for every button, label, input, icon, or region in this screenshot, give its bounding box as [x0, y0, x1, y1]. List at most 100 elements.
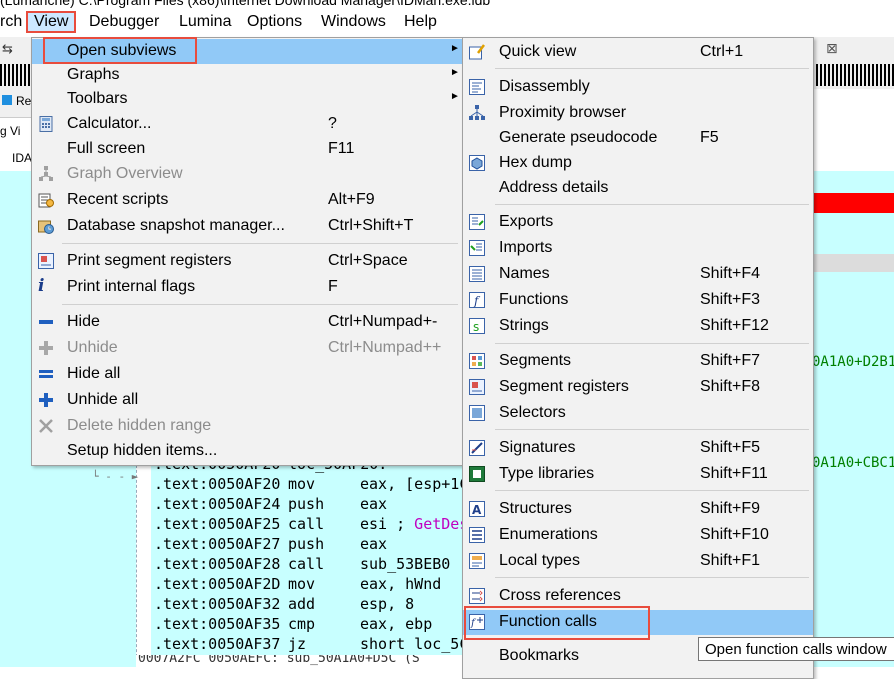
menu-item-print-segment-registers[interactable]: Print segment registers Ctrl+Space	[32, 249, 462, 274]
window-title-bar: (Lumanche) C:\Program Files (x86)\Intern…	[0, 0, 894, 9]
menu-item-hide-all[interactable]: Hide all	[32, 362, 462, 387]
unhide-all-icon	[38, 392, 54, 408]
names-icon	[469, 266, 485, 282]
segments-icon	[469, 353, 485, 369]
info-icon: i	[38, 276, 45, 296]
menu-item-unhide-all[interactable]: Unhide all	[32, 388, 462, 413]
menu-item-print-internal-flags[interactable]: i Print internal flags F	[32, 275, 462, 300]
sub-tab[interactable]: g Vi	[0, 117, 32, 146]
menu-item-recent-scripts[interactable]: Recent scripts Alt+F9	[32, 188, 462, 213]
window-title: (Lumanche) C:\Program Files (x86)\Intern…	[0, 0, 491, 8]
menu-debugger[interactable]: Debugger	[89, 13, 159, 31]
proximity-browser-icon	[469, 105, 485, 121]
menu-item-segment-registers[interactable]: Segment registers Shift+F8	[463, 375, 813, 400]
menu-item-calculator[interactable]: Calculator... ?	[32, 112, 462, 137]
selectors-icon	[469, 405, 485, 421]
signatures-icon	[469, 440, 485, 456]
tab-label-re[interactable]: Re	[16, 94, 31, 108]
toolbar-icon-right[interactable]: ⊠	[826, 40, 838, 57]
view-menu: Open subviews ► Graphs ► Toolbars ► Calc…	[31, 37, 463, 466]
menu-item-imports[interactable]: Imports	[463, 236, 813, 261]
menu-lumina[interactable]: Lumina	[179, 13, 231, 31]
code-line[interactable]: .text:0050AF25 call esi ; GetDes	[154, 515, 468, 533]
snapshot-manager-icon	[38, 218, 54, 234]
menu-item-graph-overview: Graph Overview	[32, 162, 462, 187]
hide-icon	[38, 314, 54, 330]
segment-registers-icon	[469, 379, 485, 395]
submenu-arrow-icon: ►	[450, 67, 460, 78]
menu-item-setup-hidden-items[interactable]: Setup hidden items...	[32, 439, 462, 464]
disassembly-icon	[469, 79, 485, 95]
menu-item-local-types[interactable]: Local types Shift+F1	[463, 549, 813, 574]
toolbar-button-icon[interactable]: ⇆	[2, 41, 13, 57]
menu-item-hex-dump[interactable]: Hex dump	[463, 151, 813, 176]
delete-icon	[38, 418, 54, 434]
menu-item-hide[interactable]: Hide Ctrl+Numpad+-	[32, 310, 462, 335]
hide-all-icon	[38, 366, 54, 382]
recent-scripts-icon	[38, 192, 54, 208]
imports-icon	[469, 240, 485, 256]
structures-icon: A	[469, 501, 485, 517]
quick-view-icon	[469, 44, 485, 60]
code-line[interactable]: .text:0050AF28 call sub_53BEB0	[154, 555, 450, 573]
open-subviews-highlight-box	[43, 37, 197, 64]
sub-tab-label: g Vi	[0, 124, 21, 138]
menu-item-address-details[interactable]: Address details	[463, 176, 813, 201]
code-line[interactable]: .text:0050AF32 add esp, 8	[154, 595, 414, 613]
tab-row: Re	[0, 89, 32, 117]
tooltip: Open function calls window	[698, 637, 894, 661]
menu-options[interactable]: Options	[247, 13, 302, 31]
menu-item-proximity-browser[interactable]: Proximity browser	[463, 101, 813, 126]
calculator-icon	[38, 116, 54, 132]
menu-item-strings[interactable]: s Strings Shift+F12	[463, 314, 813, 339]
hex-dump-icon	[469, 155, 485, 171]
code-line[interactable]: .text:0050AF20 mov eax, [esp+1Ch	[154, 475, 477, 493]
ida-view-tab[interactable]: IDA	[0, 145, 32, 171]
red-highlight-bar	[812, 193, 894, 213]
exports-icon	[469, 214, 485, 230]
menu-item-full-screen[interactable]: Full screen F11	[32, 137, 462, 162]
menu-item-delete-hidden-range: Delete hidden range	[32, 414, 462, 439]
cross-references-icon	[469, 588, 485, 604]
functions-icon: f	[469, 292, 485, 308]
code-line[interactable]: .text:0050AF37 jz short loc_5C	[154, 635, 468, 653]
type-libraries-icon	[469, 466, 485, 482]
svg-text:A: A	[472, 503, 482, 517]
menu-item-type-libraries[interactable]: Type libraries Shift+F11	[463, 462, 813, 487]
submenu-arrow-icon: ►	[450, 43, 460, 54]
strings-icon: s	[469, 318, 485, 334]
menu-item-functions[interactable]: f Functions Shift+F3	[463, 288, 813, 313]
status-strip: 0007A2FC 0050AEFC: sub_50A1A0+D5C (S	[136, 655, 466, 667]
menu-view[interactable]: View	[26, 11, 77, 33]
menu-item-database-snapshot-manager[interactable]: Database snapshot manager... Ctrl+Shift+…	[32, 214, 462, 239]
menu-item-enumerations[interactable]: Enumerations Shift+F10	[463, 523, 813, 548]
menu-item-exports[interactable]: Exports	[463, 210, 813, 235]
right-code-xref: 0A1A0+CBC1	[812, 455, 894, 471]
menu-item-signatures[interactable]: Signatures Shift+F5	[463, 436, 813, 461]
menu-item-unhide: Unhide Ctrl+Numpad++	[32, 336, 462, 361]
ida-view-tab-label: IDA	[12, 151, 33, 165]
submenu-arrow-icon: ►	[450, 91, 460, 102]
menu-search[interactable]: rch	[0, 13, 22, 31]
code-line[interactable]: .text:0050AF2D mov eax, hWnd	[154, 575, 441, 593]
right-code-xref: 0A1A0+D2B1	[812, 354, 894, 370]
graph-overview-icon	[38, 166, 54, 182]
menu-item-structures[interactable]: A Structures Shift+F9	[463, 497, 813, 522]
menu-item-disassembly[interactable]: Disassembly	[463, 75, 813, 100]
menu-item-toolbars[interactable]: Toolbars ►	[32, 87, 462, 112]
menu-item-segments[interactable]: Segments Shift+F7	[463, 349, 813, 374]
unhide-icon	[38, 340, 54, 356]
menu-item-generate-pseudocode[interactable]: Generate pseudocode F5	[463, 126, 813, 151]
code-line[interactable]: .text:0050AF24 push eax	[154, 495, 387, 513]
menu-help[interactable]: Help	[404, 13, 437, 31]
menu-windows[interactable]: Windows	[321, 13, 386, 31]
menu-item-graphs[interactable]: Graphs ►	[32, 63, 462, 88]
open-subviews-submenu: Quick view Ctrl+1 Disassembly Proximity …	[462, 37, 814, 679]
code-line[interactable]: .text:0050AF27 push eax	[154, 535, 387, 553]
menu-item-selectors[interactable]: Selectors	[463, 401, 813, 426]
code-line[interactable]: .text:0050AF35 cmp eax, ebp	[154, 615, 432, 633]
local-types-icon	[469, 553, 485, 569]
menu-item-names[interactable]: Names Shift+F4	[463, 262, 813, 287]
tab-square-icon	[2, 95, 12, 105]
menu-item-quick-view[interactable]: Quick view Ctrl+1	[463, 40, 813, 65]
